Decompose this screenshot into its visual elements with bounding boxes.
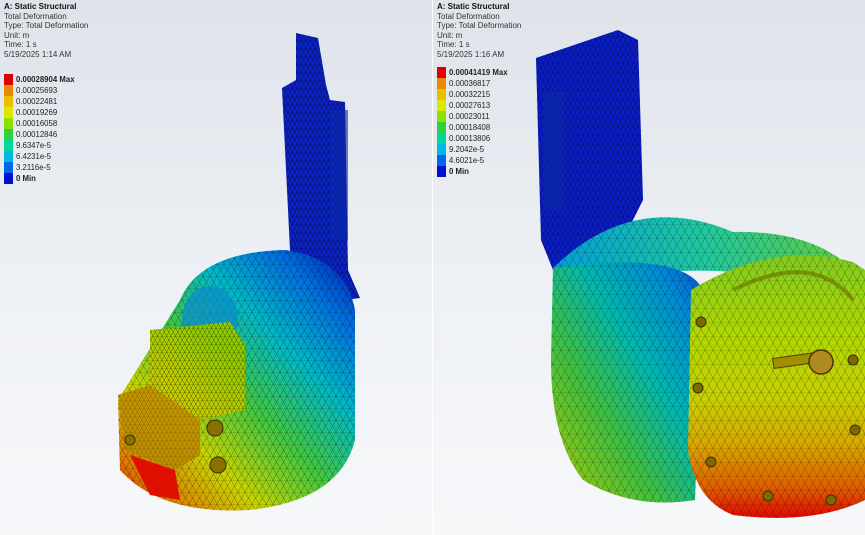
legend-swatch bbox=[437, 111, 446, 122]
legend-label: 0 Min bbox=[16, 174, 36, 183]
legend-swatch bbox=[437, 100, 446, 111]
analysis-title: A: Static Structural bbox=[4, 2, 77, 11]
legend-label: 6.4231e-5 bbox=[16, 152, 52, 161]
viewport-left[interactable]: A: Static Structural Total Deformation T… bbox=[0, 0, 432, 535]
legend-label: 0.00027613 bbox=[449, 101, 491, 110]
legend-entry[interactable]: 0.00032215 bbox=[437, 89, 508, 100]
legend-swatch bbox=[4, 140, 13, 151]
legend-swatch bbox=[4, 74, 13, 85]
legend-entry[interactable]: 6.4231e-5 bbox=[4, 151, 75, 162]
legend-label: 0.00036817 bbox=[449, 79, 491, 88]
result-time: Time: 1 s bbox=[4, 40, 37, 50]
legend-swatch bbox=[4, 129, 13, 140]
legend-label: 9.2042e-5 bbox=[449, 145, 485, 154]
result-type: Type: Total Deformation bbox=[4, 21, 89, 31]
result-timestamp: 5/19/2025 1:14 AM bbox=[4, 49, 72, 59]
result-name: Total Deformation bbox=[437, 11, 500, 21]
screenshot: A: Static Structural Total Deformation T… bbox=[0, 0, 865, 535]
legend-swatch bbox=[437, 67, 446, 78]
legend-label: 3.2116e-5 bbox=[16, 163, 51, 172]
legend-entry[interactable]: 0.00041419 Max bbox=[437, 67, 508, 78]
legend-entry[interactable]: 0 Min bbox=[4, 173, 75, 184]
legend-swatch bbox=[4, 151, 13, 162]
legend-entry[interactable]: 0.00018408 bbox=[437, 122, 508, 133]
legend-entry[interactable]: 0.00012846 bbox=[4, 129, 75, 140]
legend-swatch bbox=[437, 166, 446, 177]
color-legend-right[interactable]: 0.00041419 Max 0.00036817 0.00032215 0.0002… bbox=[437, 67, 508, 177]
legend-label: 0.00012846 bbox=[16, 130, 58, 139]
legend-entry[interactable]: 3.2116e-5 bbox=[4, 162, 75, 173]
legend-entry[interactable]: 0.00016058 bbox=[4, 118, 75, 129]
legend-entry[interactable]: 0.00036817 bbox=[437, 78, 508, 89]
legend-swatch bbox=[4, 173, 13, 184]
legend-swatch bbox=[4, 85, 13, 96]
legend-label: 0.00013806 bbox=[449, 134, 491, 143]
legend-label: 0.00032215 bbox=[449, 90, 491, 99]
legend-label: 0.00041419 Max bbox=[449, 68, 508, 77]
result-name: Total Deformation bbox=[4, 11, 67, 21]
legend-label: 0.00019269 bbox=[16, 108, 58, 117]
viewport-right[interactable]: A: Static Structural Total Deformation T… bbox=[433, 0, 865, 535]
result-unit: Unit: m bbox=[4, 30, 30, 40]
legend-label: 4.6021e-5 bbox=[449, 156, 485, 165]
legend-label: 0.00023011 bbox=[449, 112, 490, 121]
result-timestamp: 5/19/2025 1:16 AM bbox=[437, 49, 505, 59]
legend-label: 9.6347e-5 bbox=[16, 141, 52, 150]
legend-entry[interactable]: 0.00019269 bbox=[4, 107, 75, 118]
legend-entry[interactable]: 0.00022481 bbox=[4, 96, 75, 107]
legend-entry[interactable]: 0.00027613 bbox=[437, 100, 508, 111]
legend-entry[interactable]: 9.2042e-5 bbox=[437, 144, 508, 155]
drum-side-right bbox=[551, 262, 703, 503]
legend-label: 0.00022481 bbox=[16, 97, 58, 106]
color-legend-left[interactable]: 0.00028904 Max 0.00025693 0.00022481 0.0001… bbox=[4, 74, 75, 184]
legend-entry[interactable]: 0.00028904 Max bbox=[4, 74, 75, 85]
legend-entry[interactable]: 0.00025693 bbox=[4, 85, 75, 96]
legend-swatch bbox=[4, 96, 13, 107]
legend-entry[interactable]: 9.6347e-5 bbox=[4, 140, 75, 151]
legend-swatch bbox=[4, 107, 13, 118]
analysis-title: A: Static Structural bbox=[437, 2, 510, 11]
legend-swatch bbox=[437, 133, 446, 144]
legend-label: 0.00016058 bbox=[16, 119, 58, 128]
legend-label: 0.00028904 Max bbox=[16, 75, 75, 84]
result-type: Type: Total Deformation bbox=[437, 21, 522, 31]
legend-swatch bbox=[437, 78, 446, 89]
drum-front-face-right bbox=[688, 255, 865, 518]
legend-swatch bbox=[437, 122, 446, 133]
legend-label: 0.00025693 bbox=[16, 86, 58, 95]
result-time: Time: 1 s bbox=[437, 40, 470, 50]
legend-swatch bbox=[4, 162, 13, 173]
legend-swatch bbox=[437, 89, 446, 100]
result-unit: Unit: m bbox=[437, 30, 463, 40]
legend-entry[interactable]: 0.00023011 bbox=[437, 111, 508, 122]
legend-label: 0 Min bbox=[449, 167, 469, 176]
legend-swatch bbox=[4, 118, 13, 129]
result-header-right: A: Static Structural Total Deformation T… bbox=[437, 2, 521, 60]
result-header-left: A: Static Structural Total Deformation T… bbox=[4, 2, 88, 60]
legend-swatch bbox=[437, 144, 446, 155]
legend-label: 0.00018408 bbox=[449, 123, 491, 132]
legend-entry[interactable]: 4.6021e-5 bbox=[437, 155, 508, 166]
legend-entry[interactable]: 0.00013806 bbox=[437, 133, 508, 144]
legend-swatch bbox=[437, 155, 446, 166]
legend-entry[interactable]: 0 Min bbox=[437, 166, 508, 177]
